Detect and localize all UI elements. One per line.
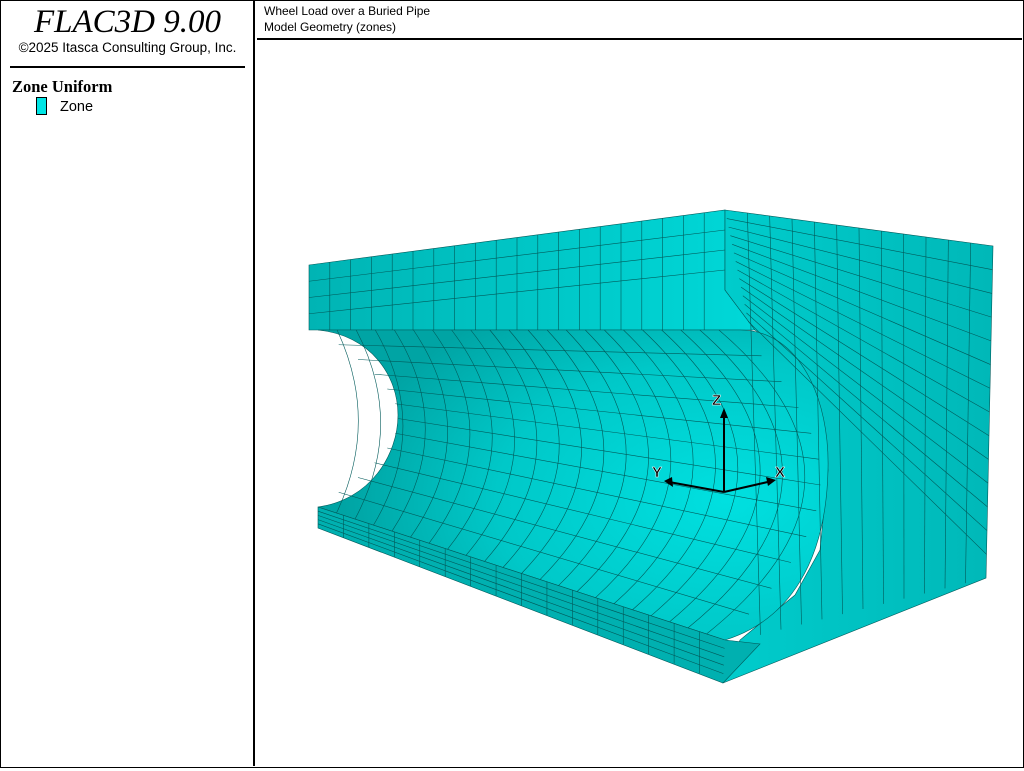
axis-label-y: Y [652, 464, 662, 481]
legend-swatch-zone [36, 97, 47, 115]
copyright-text: ©2025 Itasca Consulting Group, Inc. [0, 40, 255, 55]
legend-title: Zone Uniform [12, 77, 112, 97]
legend-panel: FLAC3D 9.00 ©2025 Itasca Consulting Grou… [0, 0, 255, 766]
model-view-svg[interactable]: Z X Y [257, 40, 1022, 766]
app-logo: FLAC3D 9.00 [0, 4, 255, 40]
legend-divider [10, 66, 245, 68]
plot-subtitle: Model Geometry (zones) [264, 20, 396, 34]
legend-label-zone: Zone [60, 99, 93, 115]
axis-label-x: X [775, 464, 785, 481]
top-face [309, 210, 755, 330]
plot-header: Wheel Load over a Buried Pipe Model Geom… [257, 0, 1022, 40]
plot-title: Wheel Load over a Buried Pipe [264, 4, 430, 18]
model-viewport[interactable]: Z X Y [257, 40, 1022, 766]
axis-label-z: Z [712, 392, 721, 409]
